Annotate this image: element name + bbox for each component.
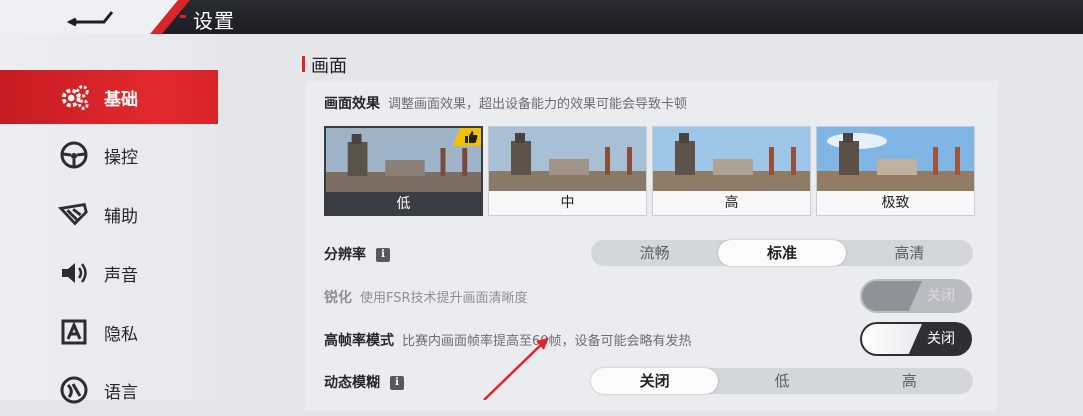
sidebar: 基础 操控 辅助 声音 隐私 语言 (0, 34, 221, 404)
resolution-option-smooth[interactable]: 流畅 (591, 240, 718, 266)
page-title: 设置 (193, 9, 235, 33)
top-bar: 设置 (0, 0, 1083, 34)
quality-option-label: 极致 (817, 191, 974, 215)
scene-preview-image (653, 127, 810, 191)
quality-option-ultra[interactable]: 极致 (816, 126, 975, 216)
info-icon[interactable]: i (376, 248, 390, 262)
info-icon[interactable]: i (390, 376, 404, 390)
graphics-quality-row: 画面效果 调整画面效果，超出设备能力的效果可能会导致卡顿 (324, 93, 687, 113)
gear-icon (58, 81, 90, 113)
graphics-quality-label: 画面效果 (324, 96, 380, 112)
section-title: 画面 (311, 56, 347, 77)
motion-blur-option-high[interactable]: 高 (846, 368, 973, 394)
high-fps-desc: 比赛内画面帧率提高至60帧，设备可能会略有发热 (402, 334, 692, 349)
resolution-option-standard[interactable]: 标准 (718, 240, 846, 266)
sidebar-item-sound[interactable]: 声音 (0, 247, 218, 299)
graphics-quality-desc: 调整画面效果，超出设备能力的效果可能会导致卡顿 (388, 97, 688, 112)
quality-option-label: 中 (489, 191, 646, 215)
back-button[interactable] (60, 6, 130, 30)
sharpen-row: 锐化 使用FSR技术提升画面清晰度 (324, 287, 528, 307)
motion-blur-label: 动态模糊 (324, 375, 380, 391)
title-dash (180, 15, 186, 18)
quality-option-low[interactable]: 低 (324, 126, 483, 216)
toggle-state: 关闭 (927, 288, 955, 304)
steering-wheel-icon (58, 139, 90, 171)
quality-option-label: 低 (326, 192, 481, 214)
motion-blur-selector: 关闭 低 高 (591, 368, 973, 394)
sharpen-desc: 使用FSR技术提升画面清晰度 (360, 291, 528, 306)
sharpen-toggle[interactable]: 关闭 (860, 279, 972, 313)
resolution-label: 分辨率 (324, 247, 366, 263)
back-arrow-icon (66, 11, 114, 27)
quality-option-label: 高 (653, 191, 810, 215)
high-fps-label: 高帧率模式 (324, 333, 394, 349)
sidebar-item-controls[interactable]: 操控 (0, 129, 218, 181)
sidebar-item-label: 隐私 (104, 324, 138, 345)
high-fps-row: 高帧率模式 比赛内画面帧率提高至60帧，设备可能会略有发热 (324, 330, 692, 350)
quality-option-medium[interactable]: 中 (488, 126, 647, 216)
speaker-icon (58, 257, 90, 289)
section-marker (302, 56, 305, 72)
sidebar-item-assist[interactable]: 辅助 (0, 188, 218, 240)
motion-blur-option-low[interactable]: 低 (718, 368, 845, 394)
language-icon (58, 374, 90, 406)
resolution-selector: 流畅 标准 高清 (591, 240, 973, 266)
toggle-state: 关闭 (927, 331, 955, 347)
sidebar-item-privacy[interactable]: 隐私 (0, 306, 218, 358)
resolution-row: 分辨率 i (324, 244, 390, 264)
sidebar-item-basic[interactable]: 基础 (0, 70, 221, 124)
privacy-icon (58, 316, 90, 348)
sidebar-item-label: 操控 (104, 147, 138, 168)
sidebar-item-label: 声音 (104, 265, 138, 286)
motion-blur-row: 动态模糊 i (324, 372, 404, 392)
sidebar-item-label: 辅助 (104, 206, 138, 227)
high-fps-toggle[interactable]: 关闭 (860, 322, 972, 356)
scene-preview-image (817, 127, 974, 191)
graphics-quality-options: 低 中 高 极致 (324, 126, 976, 216)
sidebar-item-language[interactable]: 语言 (0, 364, 218, 416)
motion-blur-option-off[interactable]: 关闭 (591, 368, 719, 394)
assist-icon (58, 198, 90, 230)
scene-preview-image (489, 127, 646, 191)
resolution-option-hd[interactable]: 高清 (846, 240, 973, 266)
quality-option-high[interactable]: 高 (652, 126, 811, 216)
sharpen-label: 锐化 (324, 290, 352, 306)
sidebar-item-label: 基础 (104, 89, 138, 110)
sidebar-item-label: 语言 (104, 382, 138, 403)
